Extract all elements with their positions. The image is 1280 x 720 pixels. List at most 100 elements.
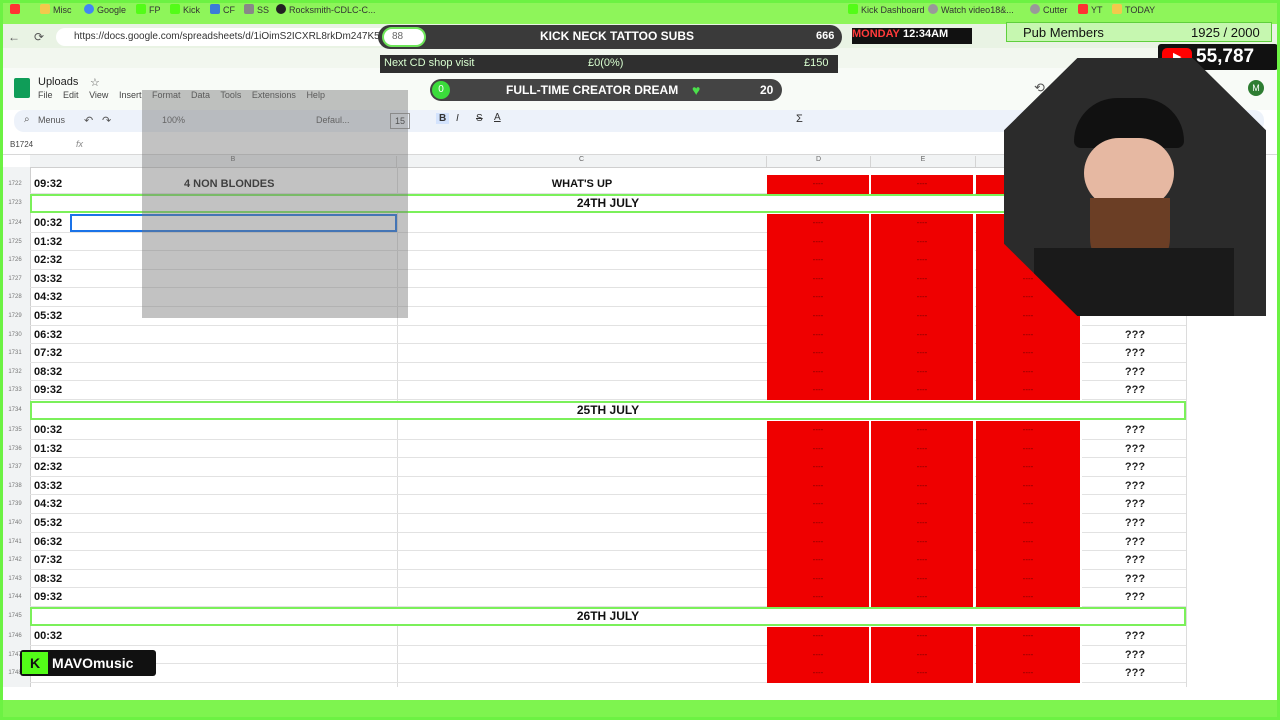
status-cell-red[interactable]: ---- xyxy=(976,307,1082,326)
status-cell-red[interactable]: ---- xyxy=(767,214,871,233)
column-header-e[interactable]: E xyxy=(871,156,976,167)
menu-view[interactable]: View xyxy=(89,90,108,100)
status-cell-red[interactable]: ---- xyxy=(767,551,871,570)
status-cell-red[interactable]: ---- xyxy=(767,458,871,477)
status-cell-red[interactable]: ---- xyxy=(871,569,975,589)
functions-icon[interactable]: Σ xyxy=(796,113,803,125)
status-cell-red[interactable]: ---- xyxy=(976,362,1082,382)
time-cell[interactable]: 09:32 xyxy=(34,384,62,396)
unknown-cell[interactable]: ??? xyxy=(1084,461,1186,473)
status-cell-red[interactable]: ---- xyxy=(871,495,975,514)
time-cell[interactable]: 00:32 xyxy=(34,424,62,436)
time-cell[interactable]: 07:32 xyxy=(34,347,62,359)
time-cell[interactable]: 09:32 xyxy=(34,591,62,603)
unknown-cell[interactable]: ??? xyxy=(1084,366,1186,378)
row-number[interactable]: 1737 xyxy=(0,464,30,470)
unknown-cell[interactable]: ??? xyxy=(1084,329,1186,341)
status-cell-red[interactable]: ---- xyxy=(976,551,1082,570)
status-cell-red[interactable]: ---- xyxy=(767,588,871,607)
status-cell-red[interactable]: ---- xyxy=(767,269,871,289)
status-cell-red[interactable]: ---- xyxy=(871,307,975,326)
bookmark-rocksmith[interactable]: Rocksmith-CDLC-C... xyxy=(276,4,376,16)
status-cell-red[interactable]: ---- xyxy=(976,514,1082,533)
status-cell-red[interactable]: ---- xyxy=(767,495,871,514)
status-cell-red[interactable]: ---- xyxy=(871,645,975,665)
status-cell-red[interactable]: ---- xyxy=(871,514,975,533)
status-cell-red[interactable]: ---- xyxy=(767,307,871,326)
row-number[interactable]: 1746 xyxy=(0,633,30,639)
status-cell-red[interactable]: ---- xyxy=(871,532,975,552)
status-cell-red[interactable]: ---- xyxy=(767,439,871,459)
status-cell-red[interactable]: ---- xyxy=(976,458,1082,477)
status-cell-red[interactable]: ---- xyxy=(767,532,871,552)
bookmark-google[interactable]: Google xyxy=(84,4,126,16)
status-cell-red[interactable]: ---- xyxy=(976,381,1082,400)
status-cell-red[interactable]: ---- xyxy=(976,495,1082,514)
unknown-cell[interactable]: ??? xyxy=(1084,667,1186,679)
status-cell-red[interactable]: ---- xyxy=(871,269,975,289)
status-cell-red[interactable]: ---- xyxy=(767,362,871,382)
row-number[interactable]: 1730 xyxy=(0,332,30,338)
status-cell-red[interactable]: ---- xyxy=(767,251,871,270)
unknown-cell[interactable]: ??? xyxy=(1084,536,1186,548)
status-cell-red[interactable]: ---- xyxy=(871,344,975,363)
row-number[interactable]: 1724 xyxy=(0,220,30,226)
menus-search[interactable]: Menus xyxy=(38,115,65,125)
status-cell-red[interactable]: ---- xyxy=(871,551,975,570)
status-cell-red[interactable]: ---- xyxy=(767,664,871,683)
status-cell-red[interactable]: ---- xyxy=(871,439,975,459)
avatar[interactable]: M xyxy=(1248,80,1264,96)
row-number[interactable]: 1731 xyxy=(0,350,30,356)
status-cell-red[interactable]: ---- xyxy=(976,645,1082,665)
status-cell-red[interactable]: ---- xyxy=(871,214,975,233)
bookmark-kick[interactable]: Kick xyxy=(170,4,200,16)
menu-edit[interactable]: Edit xyxy=(63,90,79,100)
time-cell[interactable]: 06:32 xyxy=(34,536,62,548)
search-icon[interactable]: ⌕ xyxy=(24,114,30,125)
bookmark-cutter[interactable]: Cutter xyxy=(1030,4,1068,16)
time-cell[interactable]: 04:32 xyxy=(34,498,62,510)
row-number[interactable]: 1745 xyxy=(0,613,30,619)
status-cell-red[interactable]: ---- xyxy=(767,627,871,646)
name-box[interactable]: B1724 xyxy=(10,140,33,149)
redo-icon[interactable]: ↷ xyxy=(102,114,111,127)
status-cell-red[interactable]: ---- xyxy=(767,288,871,307)
bookmark-today[interactable]: TODAY xyxy=(1112,4,1155,16)
row-number[interactable]: 1743 xyxy=(0,576,30,582)
status-cell-red[interactable]: ---- xyxy=(767,569,871,589)
time-cell[interactable]: 04:32 xyxy=(34,291,62,303)
status-cell-red[interactable]: ---- xyxy=(871,588,975,607)
row-number[interactable]: 1736 xyxy=(0,446,30,452)
row-number[interactable]: 1729 xyxy=(0,313,30,319)
status-cell-red[interactable]: ---- xyxy=(767,344,871,363)
status-cell-red[interactable]: ---- xyxy=(871,664,975,683)
bookmark-watch-video[interactable]: Watch video18&... xyxy=(928,4,1014,16)
unknown-cell[interactable]: ??? xyxy=(1084,443,1186,455)
time-cell[interactable]: 02:32 xyxy=(34,254,62,266)
status-cell-red[interactable]: ---- xyxy=(976,627,1082,646)
menu-file[interactable]: File xyxy=(38,90,53,100)
status-cell-red[interactable]: ---- xyxy=(871,381,975,400)
status-cell-red[interactable]: ---- xyxy=(976,344,1082,363)
status-cell-red[interactable]: ---- xyxy=(976,569,1082,589)
time-cell[interactable]: 05:32 xyxy=(34,310,62,322)
status-cell-red[interactable]: ---- xyxy=(871,288,975,307)
status-cell-red[interactable]: ---- xyxy=(976,439,1082,459)
row-number[interactable]: 1735 xyxy=(0,427,30,433)
unknown-cell[interactable]: ??? xyxy=(1084,424,1186,436)
row-number[interactable]: 1740 xyxy=(0,520,30,526)
status-cell-red[interactable]: ---- xyxy=(976,476,1082,496)
row-number[interactable]: 1733 xyxy=(0,387,30,393)
status-cell-red[interactable]: ---- xyxy=(871,458,975,477)
status-cell-red[interactable]: ---- xyxy=(976,588,1082,607)
time-cell[interactable]: 01:32 xyxy=(34,236,62,248)
back-icon[interactable]: ← xyxy=(8,30,20,44)
time-cell[interactable]: 09:32 xyxy=(34,178,62,190)
unknown-cell[interactable]: ??? xyxy=(1084,591,1186,603)
status-cell-red[interactable]: ---- xyxy=(976,421,1082,440)
italic-button[interactable]: I xyxy=(456,113,459,124)
unknown-cell[interactable]: ??? xyxy=(1084,573,1186,585)
column-header-c[interactable]: C xyxy=(397,156,767,167)
bookmark-cf[interactable]: CF xyxy=(210,4,235,16)
time-cell[interactable]: 00:32 xyxy=(34,630,62,642)
